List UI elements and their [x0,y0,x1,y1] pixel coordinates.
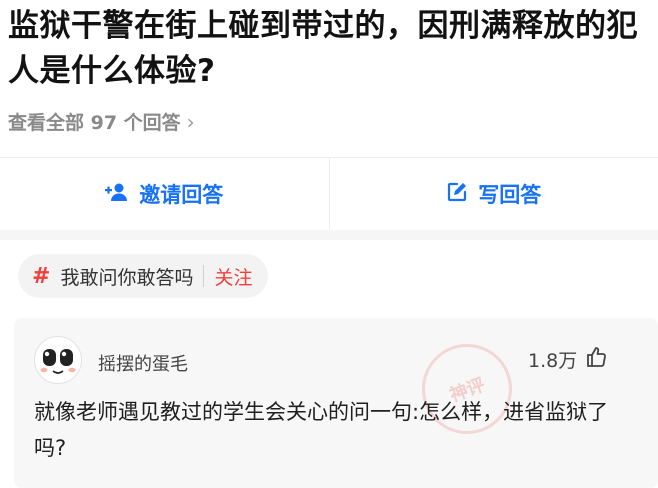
invite-answer-label: 邀请回答 [139,179,223,209]
author-name[interactable]: 摇摆的蛋毛 [98,350,188,376]
view-all-label: 查看全部 97 个回答 [8,108,181,135]
like-button[interactable]: 1.8万 [528,346,607,373]
question-title: 监狱干警在街上碰到带过的，因刑满释放的犯人是什么体验? [8,4,653,94]
chevron-right-icon: › [187,110,195,134]
answer-text: 就像老师遇见教过的学生会关心的问一句:怎么样，进省监狱了吗? [34,394,614,466]
add-user-icon [105,182,129,207]
follow-topic-button[interactable]: 关注 [214,263,252,290]
edit-icon [446,181,468,208]
answer-card[interactable]: 摇摆的蛋毛 神评 1.8万 就像老师遇见教过的学生会关心的问一句:怎么样，进省监… [14,318,658,488]
topic-separator [203,265,204,287]
write-answer-button[interactable]: 写回答 [330,158,658,230]
invite-answer-button[interactable]: 邀请回答 [0,158,329,230]
topic-label: 我敢问你敢答吗 [60,263,193,290]
avatar[interactable] [34,336,82,384]
topic-chip[interactable]: # 我敢问你敢答吗 关注 [18,254,268,298]
action-bar: 邀请回答 写回答 [0,158,658,230]
like-count: 1.8万 [528,346,577,373]
hashtag-icon: # [32,264,50,289]
view-all-answers-link[interactable]: 查看全部 97 个回答 › [8,108,195,135]
section-gap [0,230,658,240]
write-answer-label: 写回答 [478,179,541,209]
thumbs-up-icon [585,346,607,373]
